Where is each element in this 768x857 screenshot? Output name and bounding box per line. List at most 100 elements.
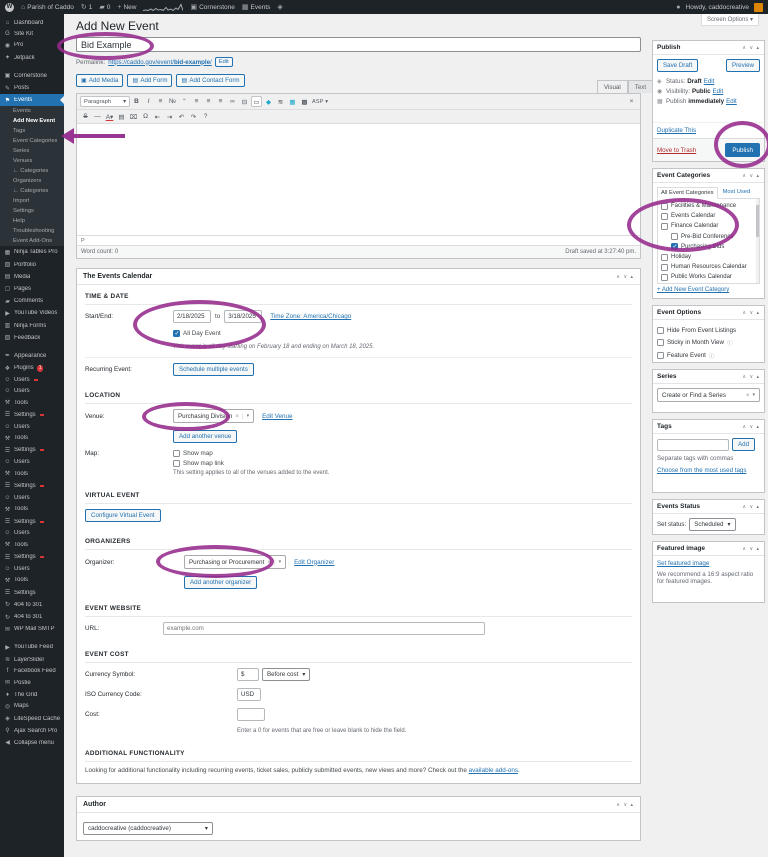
- sidebar-item[interactable]: ☰ Settings: [0, 444, 64, 456]
- sidebar-item[interactable]: ⚒ Tools: [0, 468, 64, 480]
- sidebar-item[interactable]: Event Categories: [0, 136, 64, 146]
- sidebar-item[interactable]: ◈ LiteSpeed Cache: [0, 712, 64, 724]
- edit-venue-link[interactable]: Edit Venue: [262, 413, 292, 420]
- tab-all-categories[interactable]: All Event Categories: [657, 187, 718, 199]
- sidebar-item[interactable]: ☰ Settings: [0, 515, 64, 527]
- organizer-select[interactable]: Purchasing or Procurement × | ▾: [184, 555, 286, 569]
- comments-indicator[interactable]: ▰0: [99, 3, 110, 11]
- scrollbar-thumb[interactable]: [756, 205, 759, 237]
- publish-button[interactable]: Publish: [725, 143, 760, 157]
- sidebar-item[interactable]: ✦ Jetpack: [0, 52, 64, 64]
- sidebar-item[interactable]: ☺ Users: [0, 563, 64, 574]
- category-checkbox[interactable]: [671, 243, 678, 250]
- checkbox[interactable]: [657, 352, 664, 359]
- tab-visual[interactable]: Visual: [597, 80, 628, 93]
- metabox-controls[interactable]: ∧ ∨ ▴: [742, 173, 760, 179]
- add-media-button[interactable]: ▣ Add Media: [76, 74, 123, 87]
- help-icon[interactable]: ?: [200, 111, 211, 122]
- italic-icon[interactable]: I: [143, 96, 154, 107]
- table-icon[interactable]: ▦: [287, 96, 298, 107]
- metabox-controls[interactable]: ∧ ∨ ▴: [616, 274, 634, 280]
- category-checkbox-item[interactable]: Events Calendar: [661, 211, 756, 221]
- event-option-checkbox[interactable]: Hide From Event Listings: [657, 324, 760, 336]
- events-menu[interactable]: ▦Events: [242, 3, 271, 11]
- new-content-menu[interactable]: +New: [117, 4, 136, 11]
- sidebar-item[interactable]: ⚒ Tools: [0, 397, 64, 409]
- sidebar-item[interactable]: ✉ WP Mail SMTP: [0, 623, 64, 635]
- currency-position-select[interactable]: Before cost▾: [262, 668, 310, 681]
- sidebar-item[interactable]: ≋ LayerSlider: [0, 654, 64, 666]
- category-checkbox-item[interactable]: Facilities & Maintenance: [661, 201, 756, 211]
- permalink-link[interactable]: https://caddo.gov/event/bid-example/: [108, 59, 212, 66]
- screen-options-tab[interactable]: Screen Options ▾: [701, 14, 759, 26]
- category-checkbox-item[interactable]: Human Resources Calendar: [661, 262, 756, 272]
- metabox-controls[interactable]: ∧ ∨ ▴: [742, 310, 760, 316]
- category-checkbox-item[interactable]: Holiday: [661, 252, 756, 262]
- litespeed-menu[interactable]: ◈: [277, 3, 282, 11]
- text-color-icon[interactable]: A▾: [104, 111, 115, 122]
- checkbox[interactable]: [657, 327, 664, 334]
- metabox-controls[interactable]: ∧ ∨ ▴: [742, 546, 760, 552]
- stats-sparkline[interactable]: [143, 2, 183, 12]
- sidebar-item-add-new-event[interactable]: Add New Event: [0, 116, 64, 126]
- venue-select[interactable]: Purchasing Division × | ▾: [173, 409, 254, 423]
- sidebar-item[interactable]: ↻ 404 to 301: [0, 611, 64, 623]
- metabox-controls[interactable]: ∧ ∨ ▴: [742, 374, 760, 380]
- edit-status-link[interactable]: Edit: [704, 78, 715, 85]
- sidebar-collapse-menu[interactable]: ◀ Collapse menu: [0, 737, 64, 749]
- sidebar-item[interactable]: Tags: [0, 126, 64, 136]
- tab-most-used[interactable]: Most Used: [720, 187, 754, 198]
- cost-input[interactable]: [237, 708, 265, 721]
- sidebar-item[interactable]: ☰ Settings: [0, 551, 64, 563]
- edit-schedule-link[interactable]: Edit: [726, 98, 737, 105]
- sidebar-item[interactable]: Venues: [0, 156, 64, 166]
- sidebar-item[interactable]: Settings: [0, 206, 64, 216]
- bullet-list-icon[interactable]: ≡: [155, 96, 166, 107]
- category-checkbox[interactable]: [661, 254, 668, 261]
- notifications-bell-icon[interactable]: ●: [676, 4, 680, 11]
- category-checkbox-item[interactable]: Finance Calendar: [661, 221, 756, 231]
- sidebar-item[interactable]: ☺ Users: [0, 374, 64, 385]
- sidebar-item[interactable]: ▢ Pages: [0, 283, 64, 295]
- author-header[interactable]: Author ∧ ∨ ▴: [77, 797, 640, 813]
- sidebar-item[interactable]: ▤ Media: [0, 271, 64, 283]
- sidebar-item[interactable]: ☺ Users: [0, 528, 64, 539]
- sidebar-item[interactable]: Event Add-Ons: [0, 236, 64, 246]
- set-featured-image-link[interactable]: Set featured image: [657, 560, 709, 567]
- updates-indicator[interactable]: ↻1: [81, 3, 93, 11]
- category-checkbox[interactable]: [661, 264, 668, 271]
- sidebar-item[interactable]: ▦ Ninja Tables Pro: [0, 246, 64, 258]
- asp-dropdown[interactable]: ASP ▾: [311, 96, 329, 107]
- cornerstone-menu[interactable]: ▣Cornerstone: [190, 3, 234, 11]
- redo-icon[interactable]: ↷: [188, 111, 199, 122]
- category-checkbox-item[interactable]: Public Works Calendar: [661, 272, 756, 282]
- sidebar-item[interactable]: ∟ Categories: [0, 186, 64, 196]
- start-date-input[interactable]: [173, 310, 211, 323]
- howdy-account-menu[interactable]: Howdy, caddocreative: [686, 4, 749, 11]
- numbered-list-icon[interactable]: №: [167, 96, 178, 107]
- sidebar-item[interactable]: ❖ Plugins 1: [0, 362, 64, 374]
- stack-icon[interactable]: ≋: [275, 96, 286, 107]
- sidebar-item[interactable]: ▥ Ninja Forms: [0, 319, 64, 331]
- category-checkbox-item[interactable]: Regular Session: [661, 283, 756, 285]
- paragraph-dropdown[interactable]: Paragraph▾: [80, 96, 130, 107]
- sidebar-item[interactable]: Troubleshooting: [0, 226, 64, 236]
- category-checkbox-item[interactable]: Purchasing Bids: [661, 242, 756, 252]
- timezone-link[interactable]: Time Zone: America/Chicago: [270, 313, 351, 320]
- clear-icon[interactable]: ×: [746, 392, 750, 399]
- add-contact-form-button[interactable]: ▤ Add Contact Form: [176, 74, 244, 87]
- schedule-multiple-events-button[interactable]: Schedule multiple events: [173, 363, 254, 376]
- sidebar-item[interactable]: Import: [0, 196, 64, 206]
- author-select[interactable]: caddocreative (caddocreative) ▾: [83, 822, 213, 835]
- sidebar-item[interactable]: ✉ Postie: [0, 677, 64, 689]
- sidebar-item[interactable]: ☰ Settings: [0, 409, 64, 421]
- sidebar-item-events[interactable]: ⚑ Events: [0, 94, 64, 106]
- add-form-button[interactable]: ▤ Add Form: [127, 74, 172, 87]
- event-option-checkbox[interactable]: Feature Event ⓘ: [657, 349, 760, 362]
- most-used-tags-link[interactable]: Choose from the most used tags: [657, 467, 746, 474]
- show-map-checkbox[interactable]: [173, 450, 180, 457]
- scrollbar-track[interactable]: [756, 199, 759, 283]
- sidebar-item[interactable]: ⚲ Ajax Search Pro: [0, 725, 64, 737]
- duplicate-this-link[interactable]: Duplicate This: [657, 127, 696, 134]
- category-checkbox[interactable]: [671, 233, 678, 240]
